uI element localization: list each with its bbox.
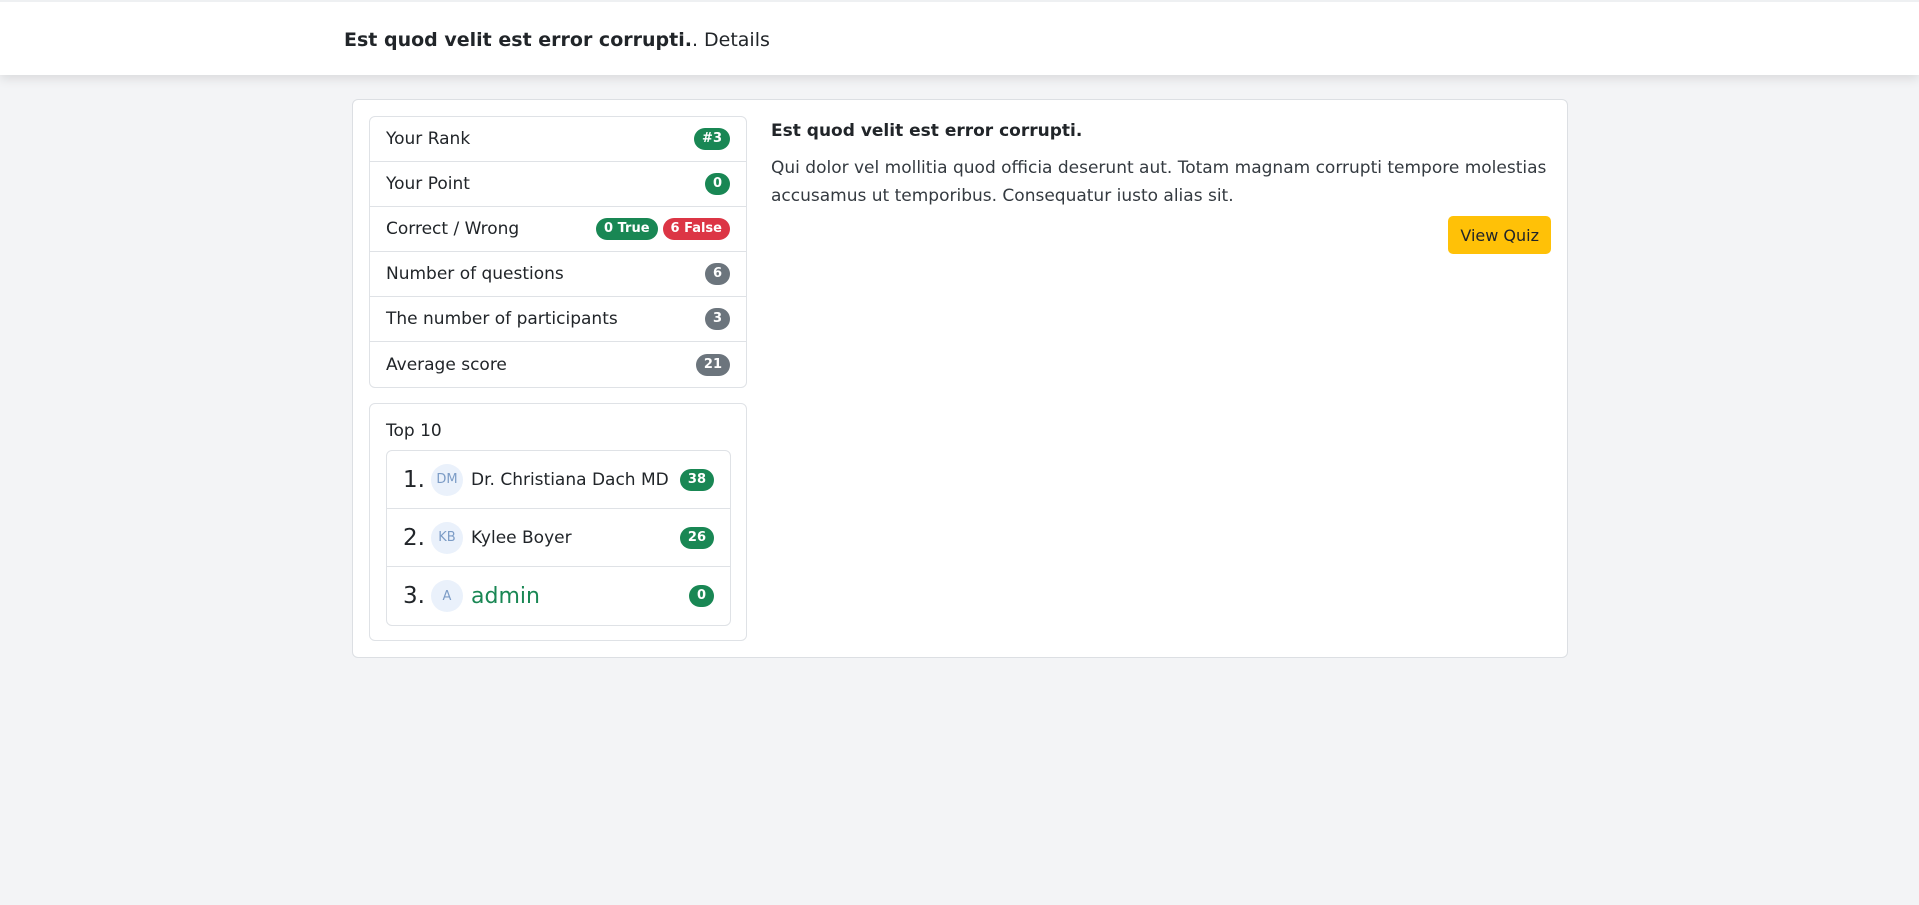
quiz-description: Qui dolor vel mollitia quod officia dese… [771,158,1547,206]
questions-badge: 6 [704,263,730,285]
page-title-suffix: . Details [691,29,770,51]
participants-badge: 3 [704,308,730,330]
top10-card: Top 10 1. DM Dr. Christiana Dach MD 38 2… [369,403,747,641]
list-item: 2. KB Kylee Boyer 26 [387,509,730,567]
leaderboard-list: 1. DM Dr. Christiana Dach MD 38 2. KB Ky… [386,450,731,626]
avatar: DM [431,463,463,496]
leader-rank: 3. [403,583,425,609]
stats-list: Your Rank #3 Your Point 0 Correct / Wron… [369,116,747,388]
leader-rank: 2. [403,524,425,551]
stat-your-point: Your Point 0 [370,162,746,207]
quiz-title: Est quod velit est error corrupti. [771,121,1083,141]
stat-correct-wrong: Correct / Wrong 0 True 6 False [370,207,746,252]
list-item: 3. A admin 0 [387,567,730,625]
view-quiz-button[interactable]: View Quiz [1448,216,1551,254]
top-header: Est quod velit est error corrupti.. Deta… [0,0,1919,75]
true-badge: 0 True [596,218,658,240]
score-badge: 26 [679,526,714,549]
stat-label: Number of questions [386,264,564,284]
stat-label: Your Rank [386,129,471,149]
quiz-details-card: Your Rank #3 Your Point 0 Correct / Wron… [352,99,1568,658]
stat-your-rank: Your Rank #3 [370,117,746,162]
point-badge: 0 [704,173,730,195]
score-badge: 0 [688,585,714,607]
avatar: A [431,580,463,612]
page-title-quiz-name: Est quod velit est error corrupti. [344,29,692,51]
leader-name-current-user: admin [471,583,540,609]
quiz-details: Est quod velit est error corrupti. Qui d… [771,120,1551,210]
stat-label: Correct / Wrong [386,219,520,239]
rank-badge: #3 [694,128,730,150]
average-badge: 21 [695,353,730,376]
page-title: Est quod velit est error corrupti.. Deta… [344,28,770,52]
stat-number-of-participants: The number of participants 3 [370,297,746,342]
leader-name: Kylee Boyer [471,527,572,548]
stat-number-of-questions: Number of questions 6 [370,252,746,297]
list-item: 1. DM Dr. Christiana Dach MD 38 [387,451,730,509]
avatar: KB [431,521,463,554]
score-badge: 38 [679,468,714,491]
leader-rank: 1. [403,466,425,493]
stat-average-score: Average score 21 [370,342,746,387]
stat-label: The number of participants [386,309,618,329]
stat-label: Average score [386,354,507,375]
leader-name: Dr. Christiana Dach MD [471,469,669,490]
stat-label: Your Point [386,174,470,194]
correct-wrong-badges: 0 True 6 False [596,218,730,240]
top10-heading: Top 10 [386,421,442,441]
false-badge: 6 False [662,218,730,240]
